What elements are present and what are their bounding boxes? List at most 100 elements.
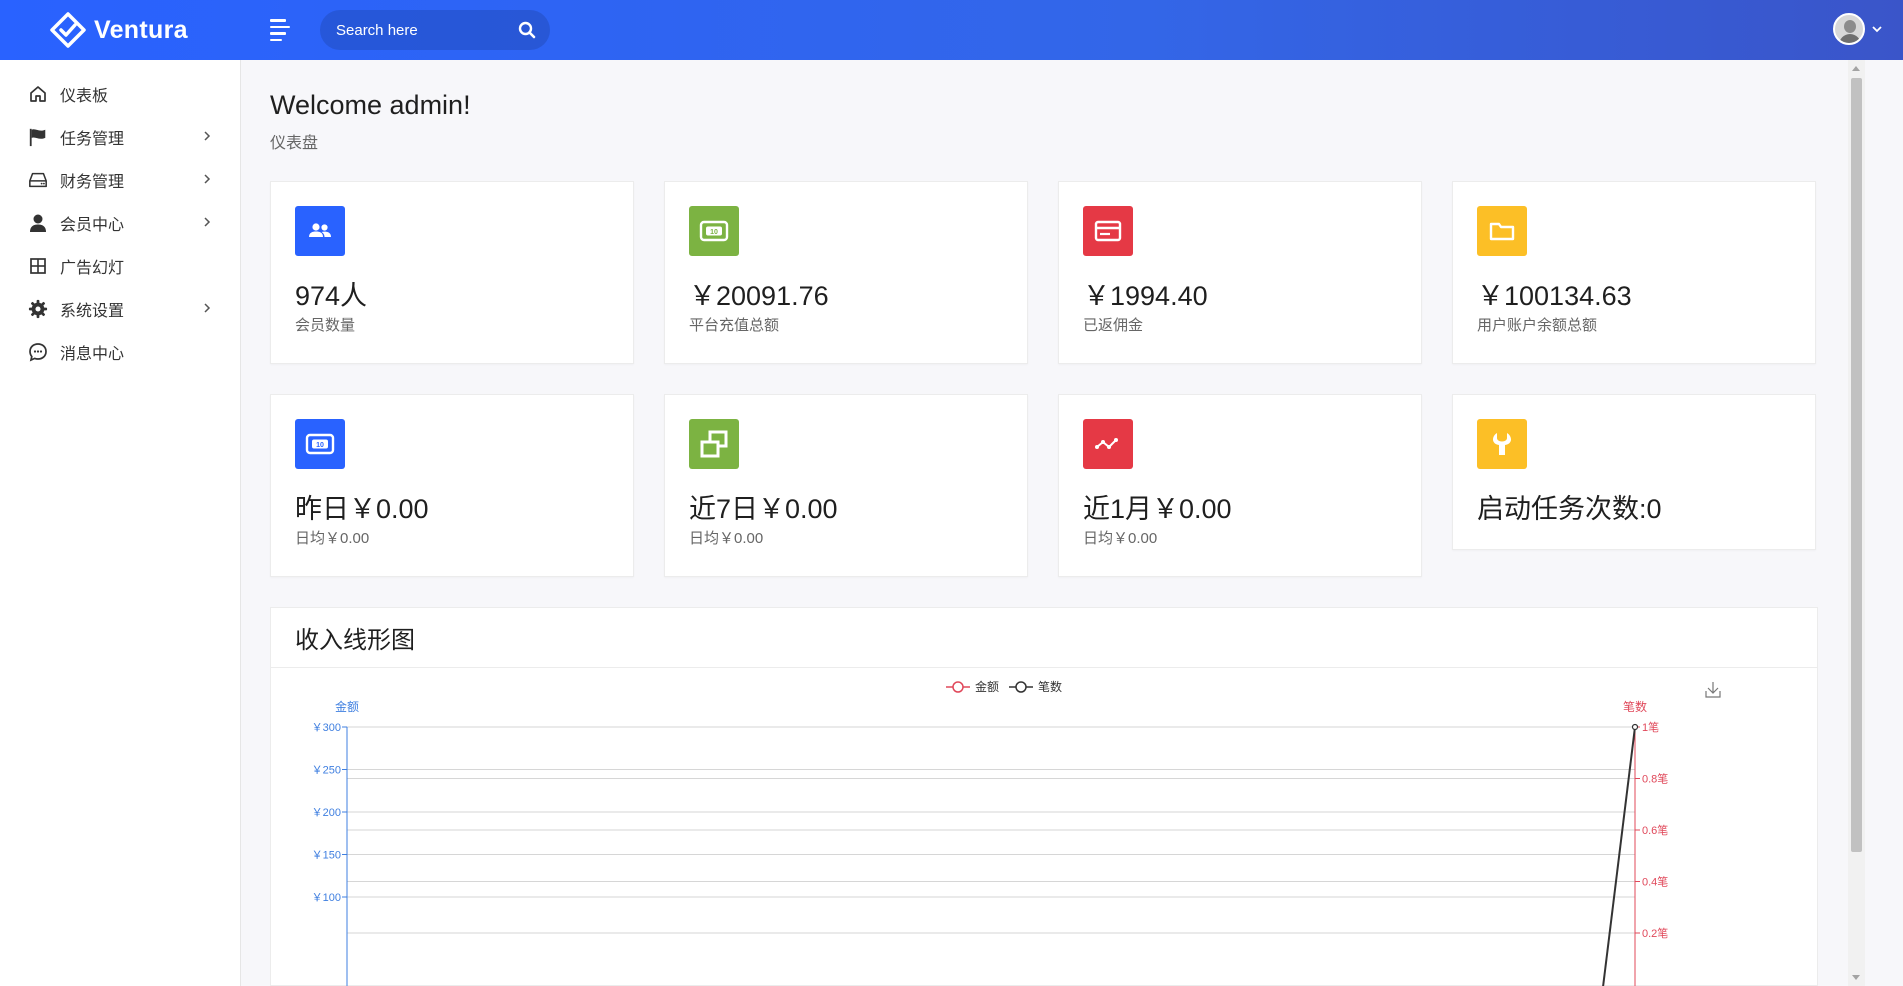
left-tick-label: ￥300 <box>312 722 341 734</box>
sidebar-item-label: 任务管理 <box>60 130 125 148</box>
brand-name: Ventura <box>94 15 188 44</box>
chart-header: 收入线形图 <box>271 608 1817 668</box>
user-menu[interactable] <box>1833 13 1883 45</box>
chevron-right-icon <box>204 303 211 313</box>
chevron-down-icon <box>1872 26 1882 33</box>
sidebar-item-label: 系统设置 <box>60 302 125 320</box>
wrench-icon <box>1477 419 1527 469</box>
right-tick-label: 0.4笔 <box>1642 875 1668 889</box>
right-axis-ticks: 1笔 0.8笔 0.6笔 0.4笔 0.2笔 <box>1635 720 1668 940</box>
chart-title: 收入线形图 <box>295 627 415 654</box>
breadcrumb: 仪表盘 <box>270 135 319 152</box>
stat-card-task-starts: 启动任务次数:0 <box>1452 394 1816 550</box>
folder-icon <box>1477 206 1527 256</box>
scroll-up-arrow-icon[interactable] <box>1852 66 1860 71</box>
stat-value: 启动任务次数:0 <box>1477 494 1662 524</box>
stat-value: 近1月￥0.00 <box>1083 494 1232 524</box>
sidebar-item-tasks[interactable]: 任务管理 <box>0 115 240 158</box>
download-icon[interactable] <box>1705 682 1721 698</box>
money-icon: 10 <box>689 206 739 256</box>
right-axis-name: 笔数 <box>1623 699 1647 714</box>
right-tick-label: 0.2笔 <box>1642 926 1668 940</box>
sidebar-item-label: 会员中心 <box>60 216 125 234</box>
legend-item-amount[interactable]: 金额 <box>975 679 999 694</box>
home-icon <box>28 84 48 104</box>
chevron-right-icon <box>204 131 211 141</box>
stat-card-7days: 近7日￥0.00 日均￥0.00 <box>664 394 1028 577</box>
sidebar-item-label: 广告幻灯 <box>60 259 125 277</box>
left-tick-label: ￥100 <box>312 892 341 904</box>
search-input[interactable] <box>336 21 506 39</box>
users-icon <box>295 206 345 256</box>
left-tick-label: ￥200 <box>312 807 341 819</box>
legend-item-count[interactable]: 笔数 <box>1038 679 1062 694</box>
stat-card-1month: 近1月￥0.00 日均￥0.00 <box>1058 394 1422 577</box>
series-point[interactable] <box>1631 723 1639 731</box>
stat-label: 会员数量 <box>295 317 356 334</box>
left-tick-label: ￥150 <box>312 850 341 862</box>
chart-legend[interactable]: 金额 笔数 <box>946 679 1062 694</box>
right-tick-label: 1笔 <box>1642 720 1659 734</box>
left-axis-ticks: ￥300 ￥250 ￥200 ￥150 ￥100 <box>312 722 347 904</box>
brand-logo[interactable]: Ventura <box>50 12 188 48</box>
gear-icon <box>28 299 48 319</box>
stat-value: 近7日￥0.00 <box>689 494 838 524</box>
stat-label: 用户账户余额总额 <box>1477 317 1598 334</box>
stat-card-recharge: 10 ￥20091.76 平台充值总额 <box>664 181 1028 364</box>
drive-icon <box>28 170 48 190</box>
avatar[interactable] <box>1833 13 1865 45</box>
right-tick-label: 0.6笔 <box>1642 823 1668 837</box>
clone-icon <box>689 419 739 469</box>
left-axis-name: 金额 <box>335 699 359 714</box>
menu-toggle-icon[interactable] <box>270 19 292 41</box>
sidebar-item-label: 仪表板 <box>60 87 109 105</box>
sidebar-item-label: 消息中心 <box>60 345 125 363</box>
chevron-right-icon <box>204 174 211 184</box>
page-title: Welcome admin! <box>270 90 471 120</box>
left-tick-label: ￥250 <box>312 765 341 777</box>
stat-label: 日均￥0.00 <box>1083 530 1158 547</box>
stat-value: ￥20091.76 <box>689 281 829 311</box>
sidebar-item-messages[interactable]: 消息中心 <box>0 330 240 373</box>
sidebar-item-finance[interactable]: 财务管理 <box>0 158 240 201</box>
right-tick-label: 0.8笔 <box>1642 772 1668 786</box>
activity-icon <box>1083 419 1133 469</box>
grid-icon <box>28 256 48 276</box>
user-icon <box>28 213 48 233</box>
diamond-logo-icon <box>50 12 86 48</box>
stat-card-balance: ￥100134.63 用户账户余额总额 <box>1452 181 1816 364</box>
income-chart-card: 收入线形图 金额 笔数 金额 笔数 ￥300 ￥250 ￥200 ￥150 ￥100 1 <box>270 607 1818 986</box>
page-scrollbar[interactable] <box>1848 60 1865 986</box>
sidebar-item-dashboard[interactable]: 仪表板 <box>0 72 240 115</box>
svg-text:10: 10 <box>710 229 718 236</box>
sidebar-item-label: 财务管理 <box>60 173 125 191</box>
search-icon[interactable] <box>518 21 536 39</box>
stat-label: 日均￥0.00 <box>295 530 370 547</box>
stat-value: 974人 <box>295 281 368 311</box>
chart-grid <box>347 726 1635 934</box>
stat-card-commission: ￥1994.40 已返佣金 <box>1058 181 1422 364</box>
series-line-count <box>1602 726 1636 986</box>
income-line-chart: 金额 笔数 金额 笔数 ￥300 ￥250 ￥200 ￥150 ￥100 1笔 0.8笔 0… <box>312 679 1721 986</box>
chevron-right-icon <box>204 217 211 227</box>
top-header: Ventura <box>0 0 1903 60</box>
search-box <box>320 10 550 50</box>
scroll-thumb[interactable] <box>1851 78 1862 852</box>
main-content: Welcome admin! 仪表盘 974人 会员数量 10 ￥20091.7… <box>242 60 1848 986</box>
sidebar-item-ads[interactable]: 广告幻灯 <box>0 244 240 287</box>
stat-value: 昨日￥0.00 <box>295 494 429 524</box>
scroll-down-arrow-icon[interactable] <box>1852 975 1860 980</box>
card-icon <box>1083 206 1133 256</box>
stat-label: 已返佣金 <box>1083 317 1144 334</box>
stat-card-members: 974人 会员数量 <box>270 181 634 364</box>
stat-value: ￥1994.40 <box>1083 281 1208 311</box>
chart-series <box>1602 723 1639 986</box>
chat-icon <box>28 342 48 362</box>
sidebar-item-members[interactable]: 会员中心 <box>0 201 240 244</box>
stat-label: 平台充值总额 <box>689 317 780 334</box>
money-icon: 10 <box>295 419 345 469</box>
stat-card-yesterday: 10 昨日￥0.00 日均￥0.00 <box>270 394 634 577</box>
sidebar-nav: 仪表板 任务管理 财务管理 会员中心 广告幻灯 系统设置 消息中心 <box>0 60 240 373</box>
sidebar: 仪表板 任务管理 财务管理 会员中心 广告幻灯 系统设置 消息中心 <box>0 60 241 986</box>
sidebar-item-settings[interactable]: 系统设置 <box>0 287 240 330</box>
